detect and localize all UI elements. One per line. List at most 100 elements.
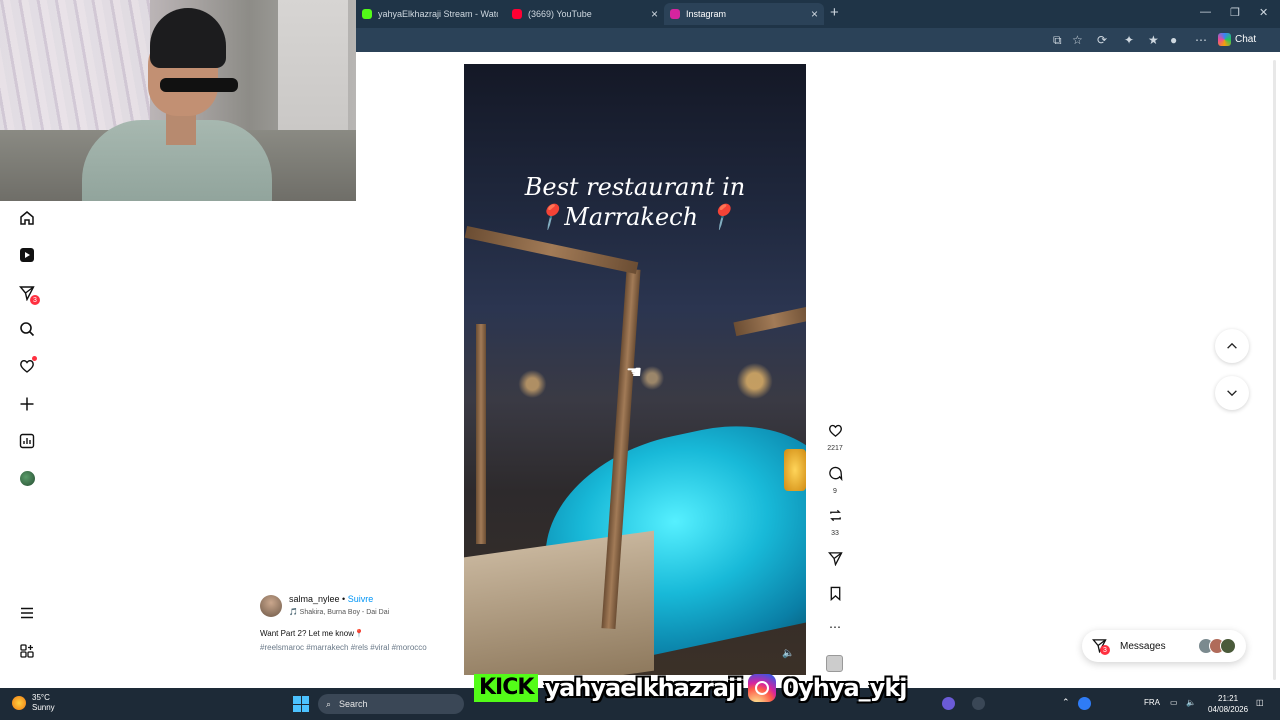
messages-nav-item[interactable]: 3 — [18, 284, 40, 305]
reel-title-line: Best restaurant in — [524, 173, 746, 201]
heart-icon — [828, 424, 842, 437]
language-indicator[interactable]: FRA — [1144, 698, 1160, 707]
copilot-chat-button[interactable]: Chat — [1218, 33, 1256, 46]
tab-title: yahyaElkhazraji Stream - Watch Li — [378, 9, 498, 19]
open-in-app-icon[interactable]: ⧉ — [1053, 33, 1062, 48]
caption-hashtags[interactable]: #reelsmaroc #marrakech #rels #viral #mor… — [260, 642, 440, 653]
page-scrollbar[interactable] — [1273, 60, 1276, 680]
create-plus-icon[interactable] — [18, 395, 36, 413]
reel-video[interactable]: Best restaurant in 📍Marrakech 📍 ☚ 🔈 — [464, 64, 806, 675]
taskbar-app-icon[interactable] — [1078, 697, 1091, 710]
volume-icon[interactable]: 🔈 — [1186, 698, 1196, 707]
taskbar-app-icon[interactable]: ⌃ — [1062, 697, 1075, 710]
more-options-button[interactable]: ⋯ — [826, 620, 844, 634]
youtube-favicon-icon — [512, 9, 522, 19]
next-reel-button[interactable] — [1215, 376, 1249, 410]
reels-icon[interactable] — [18, 246, 36, 264]
extensions-icon[interactable]: ✦ — [1124, 33, 1134, 47]
new-tab-icon[interactable]: + — [830, 4, 839, 21]
recent-contacts — [1198, 638, 1236, 654]
profile-icon[interactable]: ● — [1170, 33, 1177, 47]
pointer-cursor-icon: ☚ — [626, 362, 643, 382]
comment-button[interactable]: 9 — [826, 466, 844, 495]
favorites-icon[interactable]: ★ — [1148, 33, 1159, 47]
window-close-icon[interactable]: ✕ — [1259, 6, 1268, 19]
instagram-favicon-icon — [670, 9, 680, 19]
reel-title-text: Best restaurant in 📍Marrakech 📍 — [464, 172, 806, 232]
repost-count: 33 — [831, 530, 839, 537]
tab-youtube[interactable]: (3669) YouTube × — [506, 3, 664, 25]
notifications-icon[interactable]: ◫ — [1256, 698, 1264, 707]
more-menu-icon[interactable]: ⋯ — [1195, 33, 1207, 47]
dashboard-icon[interactable] — [18, 432, 36, 450]
windows-start-icon[interactable] — [293, 696, 309, 712]
tab-instagram[interactable]: Instagram × — [664, 3, 824, 25]
like-button[interactable]: 2217 — [826, 423, 844, 452]
daybed-illustration — [464, 530, 654, 675]
messages-widget-badge: 3 — [1100, 645, 1110, 655]
clock-date: 04/08/2026 — [1208, 705, 1249, 714]
send-icon — [827, 552, 843, 567]
taskbar-search[interactable]: ⌕ Search — [318, 694, 464, 714]
kick-logo: KICK — [474, 674, 539, 702]
follow-button[interactable]: Suivre — [348, 594, 374, 604]
repost-button[interactable]: 33 — [826, 508, 844, 537]
more-menu-hamburger-icon[interactable] — [18, 604, 36, 622]
audio-track-thumbnail[interactable] — [826, 655, 843, 672]
minimize-icon[interactable]: — — [1200, 6, 1211, 18]
save-button[interactable] — [826, 586, 844, 606]
taskbar-clock[interactable]: 21:21 04/08/2026 — [1208, 693, 1248, 715]
tab-title: (3669) YouTube — [528, 9, 592, 19]
close-tab-icon[interactable]: × — [811, 7, 818, 21]
author-line: salma_nylee • Suivre — [289, 594, 373, 604]
search-icon: ⌕ — [326, 698, 332, 709]
messages-badge: 3 — [30, 295, 40, 305]
streamer-beanie — [150, 8, 226, 68]
song-attribution[interactable]: 🎵 Shakira, Burna Boy - Dai Dai — [289, 608, 389, 616]
taskbar-app-icon[interactable] — [942, 697, 955, 710]
close-tab-icon[interactable]: × — [651, 7, 658, 21]
search-icon[interactable] — [18, 320, 36, 338]
instagram-logo-icon — [748, 674, 777, 702]
sun-icon — [12, 696, 26, 710]
clock-time: 21:21 — [1218, 694, 1239, 703]
repost-icon — [829, 509, 841, 522]
tab-title: Instagram — [686, 9, 727, 19]
weather-condition: Sunny — [32, 703, 55, 712]
like-count: 2217 — [827, 445, 843, 452]
favorite-star-icon[interactable]: ☆ — [1072, 33, 1083, 47]
messages-label: Messages — [1120, 640, 1166, 652]
author-username[interactable]: salma_nylee — [289, 594, 340, 604]
separator-dot: • — [339, 594, 348, 604]
notification-dot — [32, 356, 37, 361]
pergola-post — [476, 324, 486, 544]
comment-count: 9 — [833, 488, 837, 495]
profile-avatar — [19, 470, 35, 486]
chat-label: Chat — [1235, 34, 1257, 45]
previous-reel-button[interactable] — [1215, 329, 1249, 363]
messages-widget[interactable]: 3 Messages — [1082, 630, 1246, 662]
copilot-icon — [1218, 33, 1231, 46]
tab-kick-stream[interactable]: yahyaElkhazraji Stream - Watch Li — [356, 3, 506, 25]
taskbar-app-icon[interactable] — [972, 697, 985, 710]
pergola-beam — [733, 305, 806, 337]
instagram-handle: 0yhya_ykj — [782, 674, 907, 702]
home-icon[interactable] — [18, 209, 36, 227]
notifications-heart-icon[interactable] — [18, 356, 37, 375]
messages-send-icon: 3 — [1092, 638, 1110, 655]
profile-nav-item[interactable] — [18, 469, 36, 487]
streamer-glasses — [160, 78, 238, 92]
refresh-icon[interactable]: ⟳ — [1097, 33, 1107, 47]
search-placeholder: Search — [339, 699, 368, 709]
share-button[interactable] — [826, 551, 844, 571]
maximize-icon[interactable]: ❐ — [1230, 6, 1240, 19]
pergola-beam — [464, 225, 639, 275]
mute-audio-icon[interactable]: 🔈 — [782, 648, 794, 659]
network-icon[interactable]: ▭ — [1170, 698, 1178, 707]
comment-icon — [828, 466, 842, 482]
weather-widget[interactable]: 35°C Sunny — [12, 693, 55, 713]
also-from-meta-icon[interactable] — [18, 642, 36, 660]
stream-handle-overlay: KICK yahyaelkhazraji 0yhya_ykj — [474, 672, 908, 704]
contact-avatar — [1220, 638, 1236, 654]
author-avatar[interactable] — [260, 595, 282, 617]
